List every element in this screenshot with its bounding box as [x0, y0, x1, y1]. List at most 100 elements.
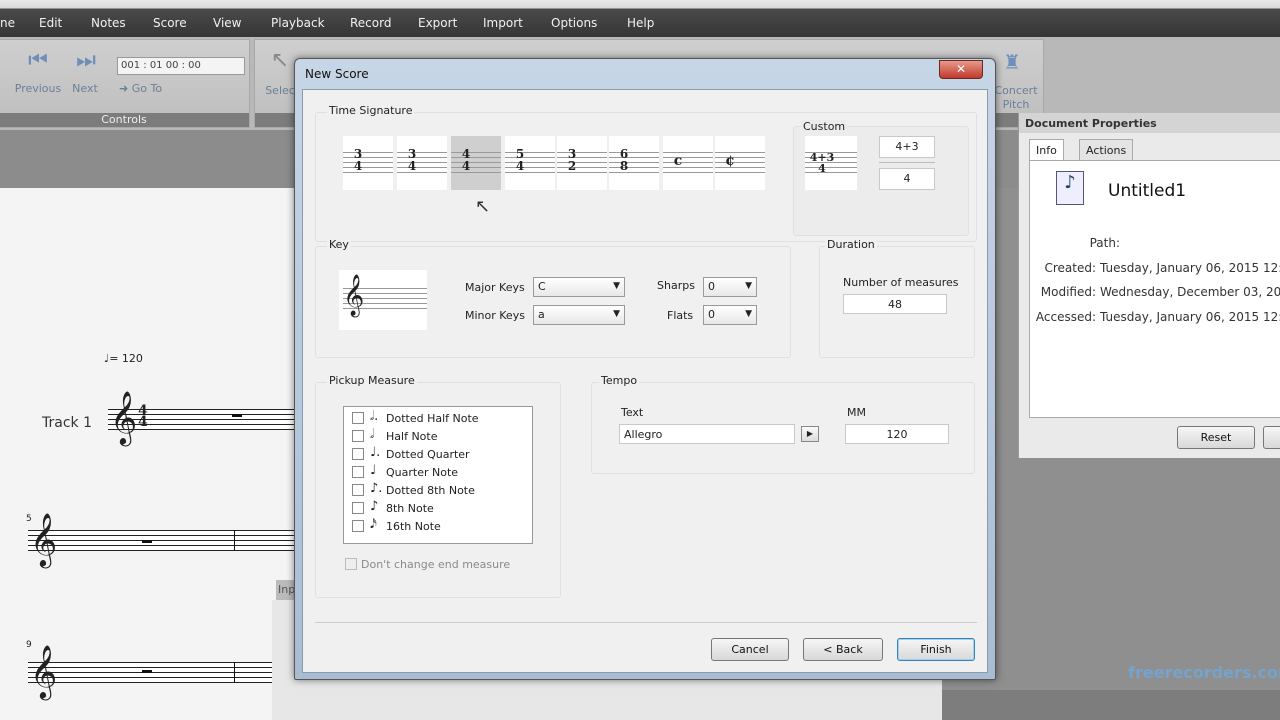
menu-record[interactable]: Record — [350, 16, 391, 30]
half-note-checkbox[interactable] — [352, 430, 364, 442]
position-field[interactable]: 001 : 01 00 : 00 — [117, 57, 245, 75]
time-sig-option[interactable]: 34 — [343, 136, 393, 190]
tab-actions[interactable]: Actions — [1079, 139, 1134, 161]
menu-help[interactable]: Help — [627, 16, 654, 30]
dotted-quarter-checkbox[interactable] — [352, 448, 364, 460]
info-panel: ♪ Untitled1 Path: Created: Tuesday, Janu… — [1029, 160, 1280, 418]
time-sig-option[interactable]: 32 — [557, 136, 607, 190]
go-to-button[interactable]: ➜ Go To — [119, 82, 179, 95]
number-of-measures-label: Number of measures — [843, 276, 959, 289]
pitch-label[interactable]: Pitch — [993, 98, 1039, 111]
custom-sig-bottom: 4 — [818, 162, 826, 175]
mm-input[interactable]: 120 — [845, 424, 949, 444]
next-label[interactable]: Next — [67, 82, 103, 95]
document-properties-title: Document Properties — [1019, 113, 1280, 133]
menu-playback[interactable]: Playback — [271, 16, 325, 30]
major-keys-label: Major Keys — [465, 281, 525, 294]
pickup-option-label[interactable]: Quarter Note — [386, 466, 458, 479]
common-time-glyph: c — [673, 153, 683, 169]
go-to-label: Go To — [131, 82, 163, 95]
time-sig-option[interactable]: ¢ — [715, 136, 765, 190]
concert-label[interactable]: Concert — [993, 84, 1039, 97]
custom-sig-glyph: 4+3 4 — [809, 152, 835, 174]
minor-keys-value: a — [538, 308, 545, 321]
time-sig-glyph: 54 — [505, 148, 535, 172]
menu-import[interactable]: Import — [483, 16, 523, 30]
eighth-note-icon: ♪ — [370, 499, 379, 514]
quarter-note-checkbox[interactable] — [352, 466, 364, 478]
path-label: Path: — [1089, 236, 1120, 250]
eighth-note-checkbox[interactable] — [352, 502, 364, 514]
reset-button[interactable]: Reset — [1177, 426, 1255, 449]
chevron-down-icon: ▼ — [745, 281, 752, 291]
menu-view[interactable]: View — [213, 16, 241, 30]
docprops-second-button[interactable] — [1263, 426, 1280, 449]
flats-select[interactable]: 0 ▼ — [703, 305, 757, 325]
custom-denominator-input[interactable]: 4 — [879, 168, 935, 190]
pickup-option-label[interactable]: Dotted Quarter — [386, 448, 470, 461]
new-score-dialog: New Score ✕ Time Signature 34 34 44 54 3… — [294, 58, 996, 680]
dont-change-end-measure-checkbox[interactable] — [345, 558, 357, 570]
time-sig-option-selected[interactable]: 44 — [451, 136, 501, 190]
flats-value: 0 — [708, 308, 715, 321]
tab-info[interactable]: Info — [1029, 139, 1064, 162]
pickup-option-label[interactable]: 16th Note — [386, 520, 441, 533]
menu-notes[interactable]: Notes — [91, 16, 126, 30]
staff-2 — [28, 530, 300, 551]
play-tempo-icon[interactable]: ▶ — [801, 426, 819, 442]
controls-footer: Controls — [0, 113, 249, 127]
close-icon: ✕ — [955, 62, 967, 76]
score-canvas[interactable]: ♩= 120 Track 1 𝄞 44 5 𝄞 Inp 9 𝄞 — [0, 188, 300, 720]
rest-mark — [142, 670, 152, 673]
barline — [234, 662, 235, 683]
created-label: Created: — [1044, 261, 1096, 275]
cancel-button[interactable]: Cancel — [711, 638, 789, 661]
select-label[interactable]: Selec — [265, 84, 295, 97]
close-button[interactable]: ✕ — [939, 60, 983, 79]
custom-label: Custom — [801, 120, 848, 133]
previous-icon[interactable]: ⏮ — [23, 48, 53, 73]
minor-keys-select[interactable]: a ▼ — [533, 305, 625, 325]
fraction-divider — [879, 162, 935, 163]
mm-label: MM — [847, 406, 866, 419]
dont-change-end-measure-label: Don't change end measure — [361, 558, 511, 571]
treble-clef-icon: 𝄞 — [30, 512, 58, 566]
pickup-option-label[interactable]: 8th Note — [386, 502, 434, 515]
rest-mark — [232, 414, 242, 417]
time-sig-option[interactable]: 54 — [505, 136, 555, 190]
finish-button[interactable]: Finish — [897, 638, 975, 661]
menu-export[interactable]: Export — [418, 16, 457, 30]
custom-numerator-input[interactable]: 4+3 — [879, 136, 935, 158]
document-properties-panel: Document Properties Info Actions ♪ Untit… — [1018, 113, 1280, 458]
menu-options[interactable]: Options — [551, 16, 597, 30]
dotted-8th-checkbox[interactable] — [352, 484, 364, 496]
menu-edit[interactable]: Edit — [39, 16, 62, 30]
treble-clef-icon: 𝄞 — [30, 644, 58, 698]
back-button[interactable]: < Back — [803, 638, 883, 661]
menu-score[interactable]: Score — [153, 16, 187, 30]
time-position: 00 : 00 — [165, 60, 201, 71]
quarter-note-icon: ♩ — [370, 463, 377, 478]
tempo-text-input[interactable]: Allegro — [619, 424, 795, 444]
number-of-measures-input[interactable]: 48 — [843, 294, 947, 314]
dotted-half-checkbox[interactable] — [352, 412, 364, 424]
sharps-value: 0 — [708, 280, 715, 293]
time-sig-option[interactable]: c — [663, 136, 713, 190]
pickup-option-label[interactable]: Half Note — [386, 430, 437, 443]
time-sig-option[interactable]: 68 — [609, 136, 659, 190]
menu-home[interactable]: ne — [0, 16, 15, 30]
concert-pitch-icon[interactable]: ♜ — [997, 50, 1027, 74]
select-arrow-icon[interactable]: ↖ — [265, 48, 295, 73]
time-sig-option[interactable]: 34 — [397, 136, 447, 190]
previous-label[interactable]: Previous — [13, 82, 63, 95]
pickup-option-label[interactable]: Dotted Half Note — [386, 412, 479, 425]
sig-bottom: 4 — [461, 159, 471, 173]
sixteenth-note-checkbox[interactable] — [352, 520, 364, 532]
major-keys-select[interactable]: C ▼ — [533, 277, 625, 297]
dotted-half-note-icon: 𝅗𝅥. — [370, 409, 379, 424]
next-icon[interactable]: ⏭ — [71, 48, 101, 73]
sharps-select[interactable]: 0 ▼ — [703, 277, 757, 297]
pickup-option-label[interactable]: Dotted 8th Note — [386, 484, 475, 497]
sig-bottom: 4 — [515, 159, 525, 173]
duration-label: Duration — [825, 238, 877, 251]
